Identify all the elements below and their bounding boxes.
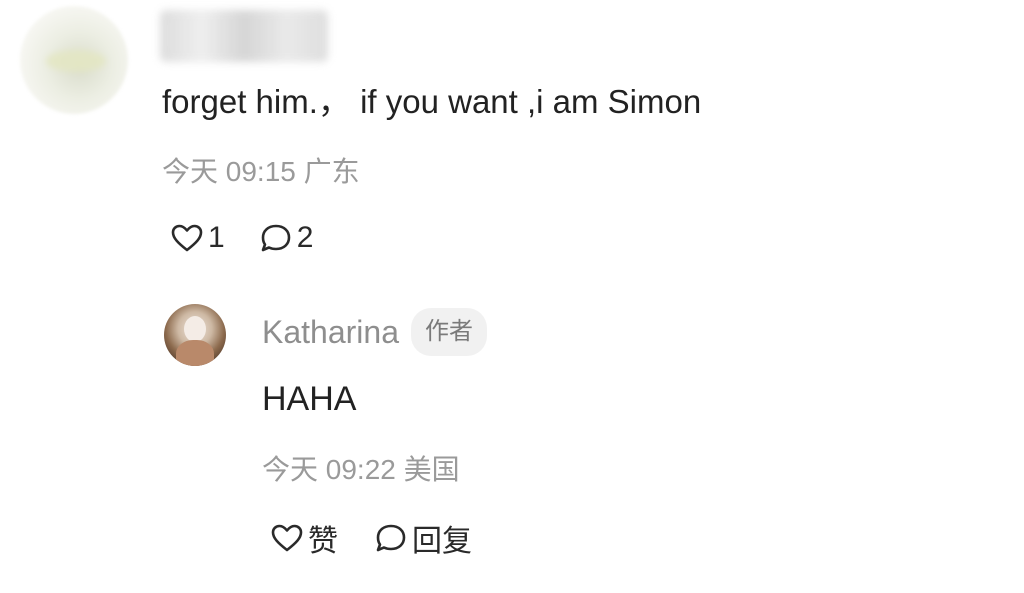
author-badge: 作者 bbox=[410, 308, 487, 356]
reply-count: 2 bbox=[296, 221, 314, 254]
like-count: 1 bbox=[208, 221, 225, 254]
comment-meta: 今天 09:15 广东 bbox=[162, 152, 360, 192]
avatar-body bbox=[176, 340, 214, 366]
heart-icon bbox=[170, 223, 204, 253]
reply-location: 美国 bbox=[403, 454, 460, 485]
speech-bubble-icon bbox=[374, 522, 408, 554]
reply-like-button[interactable]: 赞 bbox=[270, 516, 338, 560]
reply-reply-button[interactable]: 回复 bbox=[374, 516, 472, 560]
reply-label: 回复 bbox=[412, 525, 472, 558]
reply-author-name[interactable]: Katharina bbox=[262, 309, 399, 355]
comment-time: 今天 09:15 bbox=[162, 156, 296, 187]
reply-meta: 今天 09:22 美国 bbox=[262, 450, 460, 490]
comment-like-button[interactable]: 1 bbox=[170, 221, 225, 255]
avatar-face bbox=[184, 316, 206, 342]
reply-header: Katharina 作者 bbox=[262, 308, 487, 356]
commenter-avatar[interactable] bbox=[20, 6, 128, 114]
comment-reply-button[interactable]: 2 bbox=[259, 221, 314, 255]
comment-text: forget him.， if you want ,i am Simon bbox=[162, 83, 702, 120]
reply-actions: 赞 回复 bbox=[270, 515, 472, 561]
blurred-username bbox=[160, 10, 328, 62]
reply-author-avatar[interactable] bbox=[164, 304, 226, 366]
reply-time: 今天 09:22 bbox=[262, 454, 396, 485]
avatar-blur bbox=[46, 50, 106, 72]
comment-location: 广东 bbox=[303, 156, 360, 187]
heart-icon bbox=[270, 523, 304, 553]
comment-actions: 1 2 bbox=[170, 216, 313, 260]
reply-text: HAHA bbox=[262, 380, 357, 418]
like-label: 赞 bbox=[308, 525, 338, 558]
speech-bubble-icon bbox=[259, 222, 293, 254]
